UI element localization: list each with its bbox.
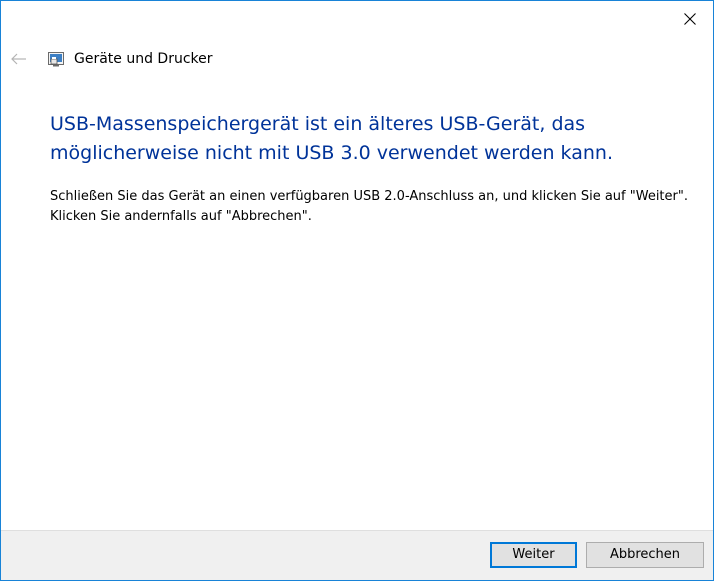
devices-printers-icon bbox=[48, 52, 64, 67]
app-title: Geräte und Drucker bbox=[74, 51, 213, 67]
dialog-footer: Weiter Abbrechen bbox=[1, 530, 713, 580]
close-button[interactable] bbox=[667, 1, 713, 37]
back-button[interactable] bbox=[9, 47, 29, 71]
instruction-text: Schließen Sie das Gerät an einen verfügb… bbox=[50, 189, 688, 224]
close-icon bbox=[684, 13, 696, 25]
main-instruction-heading: USB-Massenspeichergerät ist ein älteres … bbox=[50, 113, 613, 164]
dialog-window: Geräte und Drucker USB-Massenspeicherger… bbox=[0, 0, 714, 581]
next-button[interactable]: Weiter bbox=[490, 542, 577, 568]
cancel-button[interactable]: Abbrechen bbox=[586, 542, 704, 568]
back-arrow-icon bbox=[11, 53, 26, 65]
